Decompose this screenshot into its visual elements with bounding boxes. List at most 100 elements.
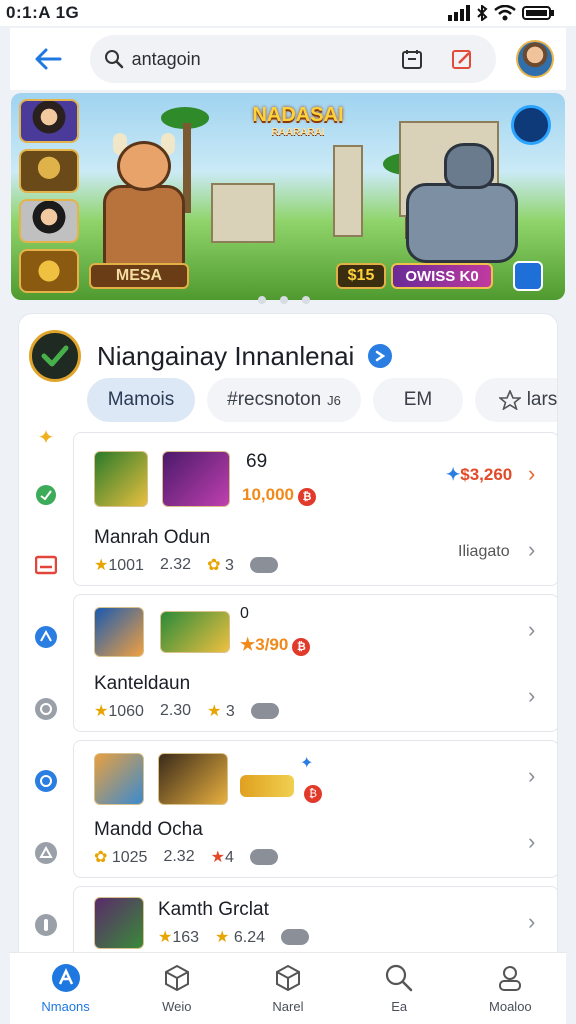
leaf-icon[interactable] [33,482,59,508]
category-tabs: Mamois #recsnoton J6 EM lars [87,378,558,422]
play-icon [249,849,278,865]
nav-apps[interactable]: Narel [238,963,338,1014]
user-avatar[interactable] [516,40,554,78]
search-input[interactable]: antagoin [132,49,383,70]
item-stats: ✿ 1025 2.32 ★4 [94,847,278,867]
tower-decoration [333,145,363,237]
character-portraits [19,99,83,295]
info-icon[interactable] [33,912,59,938]
nav-games[interactable]: Weio [127,963,227,1014]
nav-label: Moaloo [489,999,532,1014]
item-thumbnail [158,753,228,805]
tab-lars[interactable]: lars [475,378,558,422]
check-shield-icon [41,345,69,367]
triangle-icon[interactable] [33,840,59,866]
item-price: ✦$3,260 [446,465,513,484]
tab-label: EM [403,389,433,410]
tab-em[interactable]: EM [373,378,463,422]
tab-recsnoton[interactable]: #recsnoton J6 [207,378,361,422]
item-count: 0 [240,605,249,622]
nav-search[interactable]: Ea [349,963,449,1014]
back-button[interactable] [26,37,70,81]
sparkle-icon[interactable]: ✦ [33,424,59,450]
card-icon[interactable] [33,552,59,578]
item-price: ★3/90 ₿ [240,635,311,656]
tab-mamois[interactable]: Mamois [87,378,195,422]
coin-icon: ₿ [304,785,322,803]
stat-rating: 163 [172,929,200,946]
chevron-right-icon[interactable]: › [528,683,535,709]
item-thumbnail [94,451,148,507]
box-icon [275,964,300,992]
list-item[interactable]: 0 ★3/90 ₿ › Kanteldaun ★1060 2.30 ★ 3 › [73,594,557,732]
item-logo [240,775,294,797]
tab-label: lars [526,389,558,410]
carousel-dot[interactable] [280,296,288,304]
item-thumbnail [94,607,144,657]
history-icon[interactable] [33,696,59,722]
edit-button[interactable] [442,39,482,79]
banner-menu-icon[interactable] [511,105,551,145]
nav-label: Nmaons [41,999,90,1014]
item-title: Kanteldaun [94,673,191,694]
chevron-right-icon[interactable]: › [528,763,535,789]
stat-value: 2.30 [159,702,192,719]
chevron-right-icon[interactable]: › [528,909,535,935]
item-price-value: 3/90 [255,635,289,654]
profile-icon[interactable] [33,624,59,650]
cube-icon [164,964,189,992]
promo-banner[interactable]: NADASAI RAARARAI MESA $15 OWISS K0 [11,93,565,300]
nav-profile[interactable]: Moaloo [460,963,560,1014]
banner-offer-button[interactable]: OWISS K0 [391,263,493,289]
carousel-dot[interactable] [258,296,266,304]
list-item[interactable]: 69 10,000 ₿ ✦$3,260 › Manrah Odun ★1001 2… [73,432,557,586]
stat-rating: 1001 [108,557,144,574]
character-portrait[interactable] [19,99,79,143]
coin-icon: ₿ [298,488,316,506]
compass-icon[interactable] [33,768,59,794]
item-thumbnail [94,897,144,949]
list-item[interactable]: ₿ ✦ › Mandd Ocha ✿ 1025 2.32 ★4 › [73,740,557,878]
banner-mesa-button[interactable]: MESA [89,263,189,289]
nav-label: Narel [272,999,304,1014]
carousel-dot[interactable] [302,296,310,304]
edit-icon [452,50,472,69]
search-icon [104,50,123,69]
chevron-right-icon[interactable]: › [528,617,535,643]
character-portrait[interactable] [19,149,79,193]
banner-share-icon[interactable] [513,261,543,291]
stat-rating: 1060 [108,703,144,720]
status-time: 0:1:A 1G [6,3,80,22]
banner-price-badge[interactable]: $15 [336,263,386,289]
character-portrait[interactable] [19,249,79,293]
item-thumbnail [94,753,144,805]
calendar-button[interactable] [392,39,432,79]
stat-value: 6.24 [233,929,265,946]
item-score-value: 10,000 [242,485,294,504]
play-icon [280,929,309,945]
chevron-right-icon[interactable]: › [528,537,535,563]
item-score: 10,000 ₿ [242,485,316,506]
battery-icon [522,6,554,20]
nav-home[interactable]: Nmaons [16,963,116,1014]
item-stats: ★1001 2.32 ✿ 3 [94,555,278,575]
home-icon [51,964,80,992]
item-stats: ★163 ★ 6.24 [158,927,309,947]
tab-label: Mamois [107,389,175,410]
status-bar: 0:1:A 1G [0,0,576,26]
chevron-right-icon[interactable]: › [528,829,535,855]
chevron-right-icon[interactable]: › [528,461,535,487]
character-portrait[interactable] [19,199,79,243]
item-title: Manrah Odun [94,527,211,548]
item-title: Kamth Grclat [158,899,269,920]
item-stats: ★1060 2.30 ★ 3 [94,701,279,721]
sparkle-icon: ✦ [300,755,314,772]
search-bar[interactable]: antagoin [89,35,497,83]
carousel-dots[interactable] [258,296,310,304]
nav-label: Ea [391,999,408,1014]
play-icon [250,703,279,719]
tab-label: #recsnoton [227,389,322,410]
search-icon [386,964,413,992]
app-title-row: Niangainay Innanlenai [29,330,393,382]
status-icons [448,5,554,21]
